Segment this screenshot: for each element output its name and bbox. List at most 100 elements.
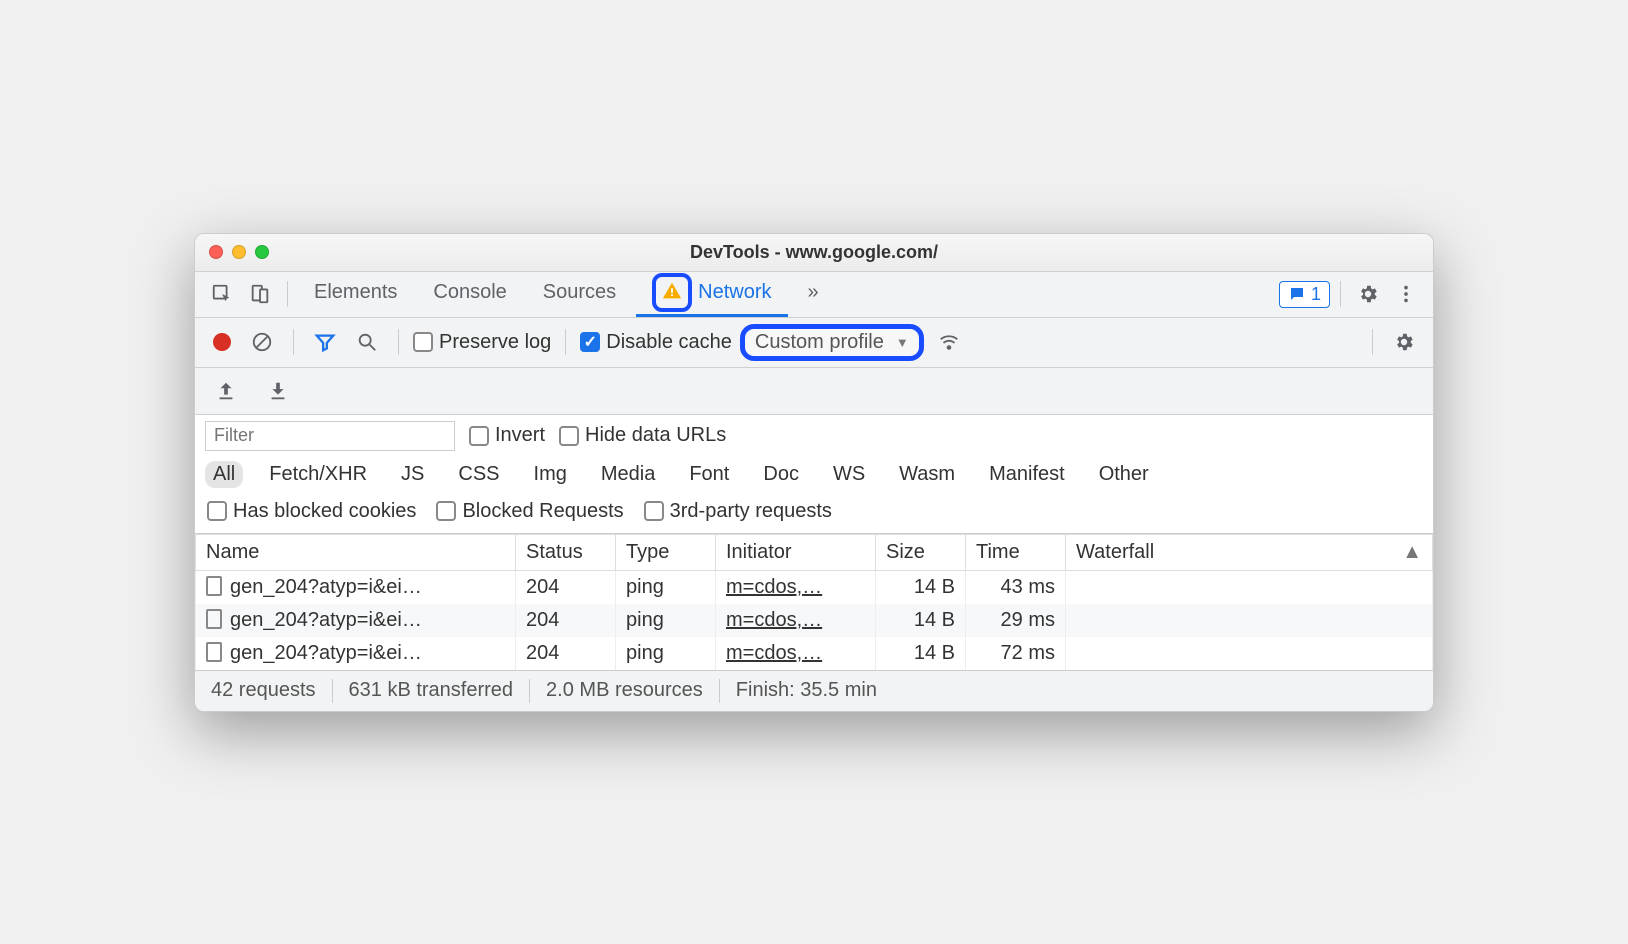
network-conditions-icon[interactable] [932, 325, 966, 359]
status-resources: 2.0 MB resources [546, 679, 703, 702]
disable-cache-checkbox[interactable]: Disable cache [580, 331, 732, 354]
inspect-element-icon[interactable] [205, 277, 239, 311]
type-filter-manifest[interactable]: Manifest [981, 461, 1073, 488]
import-export-row [195, 368, 1433, 415]
blocked-requests-checkbox[interactable]: Blocked Requests [436, 500, 623, 523]
type-filter-font[interactable]: Font [681, 461, 737, 488]
throttling-dropdown[interactable]: Custom profile ▼ [740, 324, 924, 361]
network-table: Name Status Type Initiator Size Time Wat… [195, 534, 1433, 670]
divider [1372, 329, 1373, 355]
table-row[interactable]: gen_204?atyp=i&ei…204pingm=cdos,…14 B43 … [196, 570, 1433, 604]
type-filter-js[interactable]: JS [393, 461, 432, 488]
col-type[interactable]: Type [616, 534, 716, 570]
cell-initiator: m=cdos,… [716, 604, 876, 637]
filter-row: Invert Hide data URLs [195, 415, 1433, 457]
main-tabbar: Elements Console Sources Network » 1 [195, 272, 1433, 318]
document-icon [206, 576, 222, 596]
status-requests: 42 requests [211, 679, 316, 702]
devtools-window: DevTools - www.google.com/ Elements Cons… [194, 233, 1434, 712]
device-toolbar-icon[interactable] [243, 277, 277, 311]
divider [398, 329, 399, 355]
col-time[interactable]: Time [966, 534, 1066, 570]
document-icon [206, 642, 222, 662]
type-filter-css[interactable]: CSS [450, 461, 507, 488]
cell-time: 29 ms [966, 604, 1066, 637]
hide-data-urls-label: Hide data URLs [585, 424, 726, 447]
table-row[interactable]: gen_204?atyp=i&ei…204pingm=cdos,…14 B72 … [196, 637, 1433, 670]
cell-initiator: m=cdos,… [716, 637, 876, 670]
status-finish: Finish: 35.5 min [736, 679, 877, 702]
cell-status: 204 [516, 637, 616, 670]
tab-console[interactable]: Console [417, 271, 522, 317]
network-warning-highlight [652, 273, 692, 312]
search-icon[interactable] [350, 325, 384, 359]
col-name[interactable]: Name [196, 534, 516, 570]
tab-network-label: Network [698, 281, 771, 304]
throttling-selected: Custom profile [755, 331, 884, 354]
initiator-link[interactable]: m=cdos,… [726, 576, 822, 598]
cell-name: gen_204?atyp=i&ei… [196, 604, 516, 637]
table-row[interactable]: gen_204?atyp=i&ei…204ping m=cdos,… 14 B29 … [196, 604, 1433, 637]
type-filter-img[interactable]: Img [526, 461, 575, 488]
document-icon [206, 609, 222, 629]
extra-filters-row: Has blocked cookies Blocked Requests 3rd… [195, 496, 1433, 534]
upload-har-icon[interactable] [209, 374, 243, 408]
cell-name: gen_204?atyp=i&ei… [196, 570, 516, 604]
chevron-down-icon: ▼ [896, 335, 909, 350]
settings-icon[interactable] [1351, 277, 1385, 311]
network-settings-icon[interactable] [1387, 325, 1421, 359]
cell-size: 14 B [876, 637, 966, 670]
status-transferred: 631 kB transferred [349, 679, 514, 702]
type-filter-fetchxhr[interactable]: Fetch/XHR [261, 461, 375, 488]
invert-label: Invert [495, 424, 545, 447]
filter-input[interactable] [205, 421, 455, 451]
issues-count: 1 [1311, 284, 1321, 305]
cell-type: ping [616, 570, 716, 604]
col-size[interactable]: Size [876, 534, 966, 570]
preserve-log-label: Preserve log [439, 331, 551, 354]
status-bar: 42 requests 631 kB transferred 2.0 MB re… [195, 670, 1433, 711]
third-party-checkbox[interactable]: 3rd-party requests [644, 500, 832, 523]
initiator-link[interactable]: m=cdos,… [726, 642, 822, 664]
cell-initiator: m=cdos,… [716, 570, 876, 604]
cell-type: ping [616, 604, 716, 637]
divider [287, 281, 288, 307]
clear-icon[interactable] [245, 325, 279, 359]
type-filter-all[interactable]: All [205, 461, 243, 488]
cell-size: 14 B [876, 570, 966, 604]
cell-waterfall [1066, 604, 1433, 637]
tab-network[interactable]: Network [636, 271, 787, 317]
col-waterfall[interactable]: Waterfall ▲ [1066, 534, 1433, 570]
record-button[interactable] [213, 333, 231, 351]
cell-status: 204 [516, 604, 616, 637]
has-blocked-cookies-checkbox[interactable]: Has blocked cookies [207, 500, 416, 523]
download-har-icon[interactable] [261, 374, 295, 408]
cell-time: 72 ms [966, 637, 1066, 670]
type-filter-doc[interactable]: Doc [755, 461, 807, 488]
divider [1340, 281, 1341, 307]
kebab-menu-icon[interactable] [1389, 277, 1423, 311]
type-filter-other[interactable]: Other [1091, 461, 1157, 488]
tab-sources[interactable]: Sources [527, 271, 632, 317]
issues-badge[interactable]: 1 [1279, 281, 1330, 308]
hide-data-urls-checkbox[interactable]: Hide data URLs [559, 424, 726, 447]
titlebar: DevTools - www.google.com/ [195, 234, 1433, 272]
col-initiator[interactable]: Initiator [716, 534, 876, 570]
col-status[interactable]: Status [516, 534, 616, 570]
type-filter-row: All Fetch/XHR JS CSS Img Media Font Doc WS Wasm Ma… [195, 457, 1433, 496]
cell-type: ping [616, 637, 716, 670]
filter-icon[interactable] [308, 325, 342, 359]
type-filter-media[interactable]: Media [593, 461, 663, 488]
window-title: DevTools - www.google.com/ [195, 242, 1433, 263]
cell-waterfall [1066, 570, 1433, 604]
preserve-log-checkbox[interactable]: Preserve log [413, 331, 551, 354]
type-filter-wasm[interactable]: Wasm [891, 461, 963, 488]
invert-checkbox[interactable]: Invert [469, 424, 545, 447]
type-filter-ws[interactable]: WS [825, 461, 873, 488]
cell-size: 14 B [876, 604, 966, 637]
cell-status: 204 [516, 570, 616, 604]
tab-elements[interactable]: Elements [298, 271, 413, 317]
tab-more[interactable]: » [792, 271, 835, 317]
initiator-link[interactable]: m=cdos,… [726, 609, 822, 631]
warning-icon [658, 277, 686, 305]
